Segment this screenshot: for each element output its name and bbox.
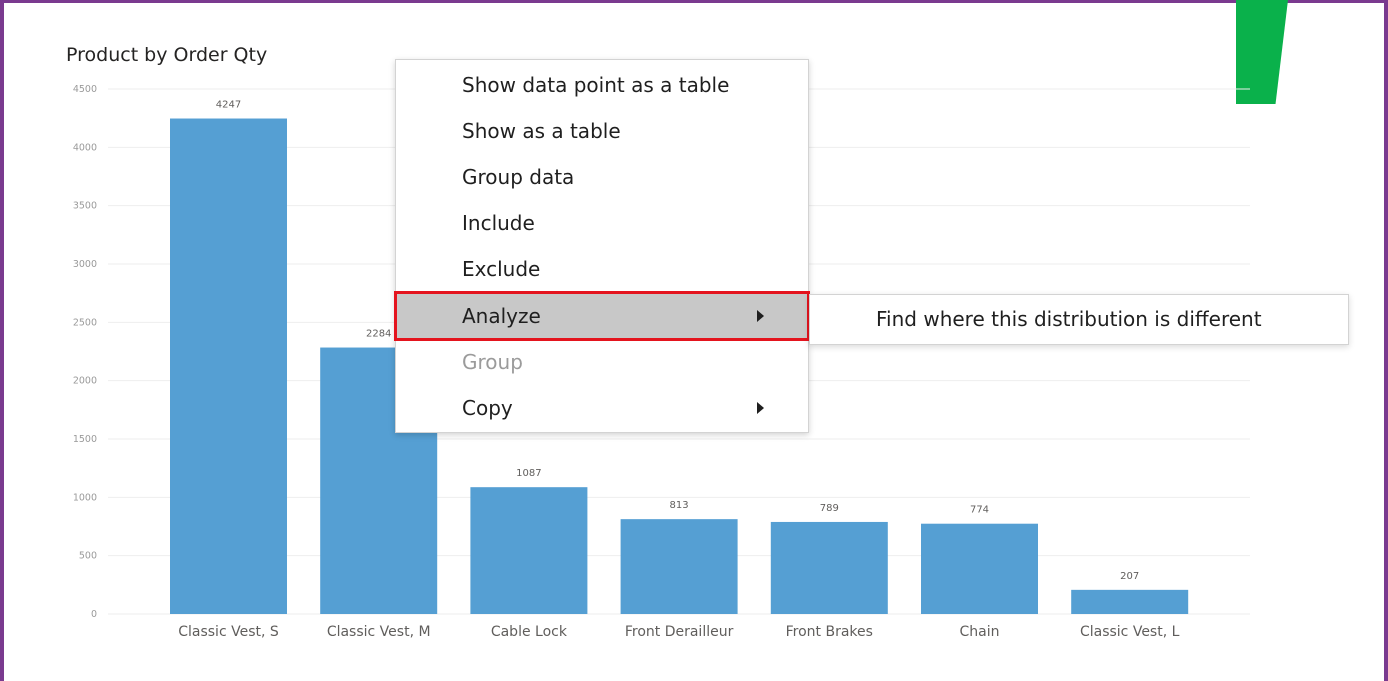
y-tick-label: 2000 (73, 376, 97, 387)
y-tick-label: 500 (79, 551, 97, 562)
y-tick-label: 1000 (73, 492, 97, 503)
data-label: 207 (1120, 571, 1139, 582)
x-tick-label: Cable Lock (491, 624, 568, 640)
x-tick-label: Front Brakes (786, 624, 873, 640)
context-menu: Show data point as a table Show as a tab… (394, 59, 810, 433)
data-label: 774 (970, 505, 989, 516)
y-tick-label: 3000 (73, 259, 97, 270)
x-tick-label: Classic Vest, S (178, 624, 279, 640)
analyze-submenu: Find where this distribution is differen… (809, 294, 1349, 345)
menu-item-label: Copy (462, 396, 513, 420)
menu-item-label: Include (462, 211, 535, 235)
menu-item-show-as-table[interactable]: Show as a table (396, 108, 808, 154)
x-tick-label: Classic Vest, M (327, 624, 431, 640)
y-tick-label: 4000 (73, 142, 97, 153)
menu-item-label: Analyze (462, 304, 541, 328)
y-tick-label: 0 (91, 609, 97, 620)
y-tick-label: 1500 (73, 434, 97, 445)
y-axis: 0 500 1000 1500 2000 2500 3000 3500 4000 4500 (73, 84, 97, 620)
menu-item-group-data[interactable]: Group data (396, 154, 808, 200)
bar[interactable] (1071, 589, 1189, 614)
data-label: 813 (670, 500, 689, 511)
menu-item-label: Show data point as a table (462, 73, 730, 97)
x-tick-label: Classic Vest, L (1080, 624, 1180, 640)
bar[interactable] (470, 487, 588, 614)
menu-item-label: Show as a table (462, 119, 621, 143)
y-tick-label: 2500 (73, 317, 97, 328)
y-tick-label: 3500 (73, 201, 97, 212)
data-label: 4247 (216, 100, 241, 111)
bar[interactable] (170, 118, 287, 615)
menu-item-include[interactable]: Include (396, 200, 808, 246)
menu-item-analyze[interactable]: Analyze (394, 291, 810, 341)
data-label: 789 (820, 503, 839, 514)
menu-item-copy[interactable]: Copy (396, 385, 808, 431)
submenu-item-label: Find where this distribution is differen… (876, 307, 1262, 331)
y-tick-label: 4500 (73, 84, 97, 95)
data-label: 1087 (516, 468, 541, 479)
menu-item-label: Exclude (462, 257, 541, 281)
menu-item-group: Group (396, 339, 808, 385)
menu-item-label: Group (462, 350, 523, 374)
bar[interactable] (770, 521, 888, 614)
x-axis: Classic Vest, S Classic Vest, M Cable Lock… (178, 624, 1179, 640)
x-tick-label: Chain (960, 624, 1000, 640)
x-tick-label: Front Derailleur (625, 624, 734, 640)
menu-item-exclude[interactable]: Exclude (396, 246, 808, 292)
bar[interactable] (921, 523, 1038, 614)
data-label: 2284 (366, 329, 391, 340)
bar[interactable] (620, 519, 738, 614)
submenu-arrow-icon (757, 310, 764, 322)
submenu-item-find-distribution-different[interactable]: Find where this distribution is differen… (810, 295, 1348, 344)
menu-item-show-data-point-as-table[interactable]: Show data point as a table (396, 62, 808, 108)
menu-item-label: Group data (462, 165, 575, 189)
submenu-arrow-icon (757, 402, 764, 414)
